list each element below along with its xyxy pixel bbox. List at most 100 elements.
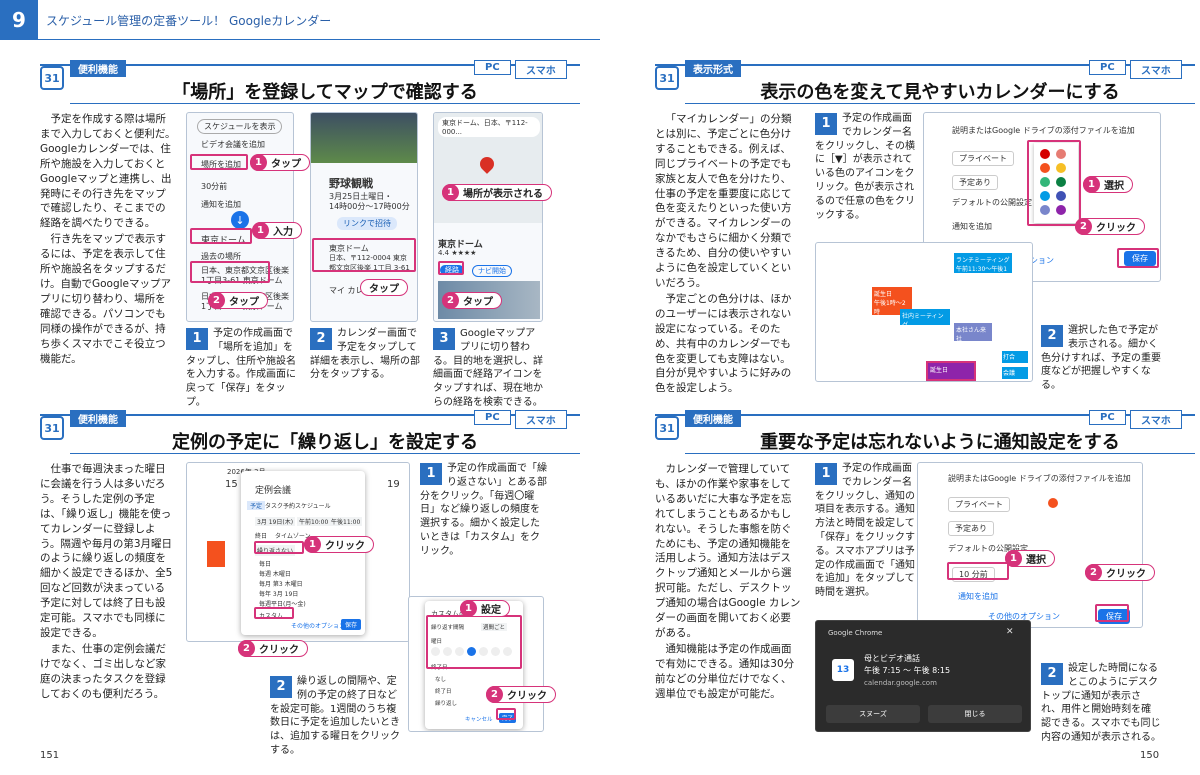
chapter-number: 9	[0, 0, 38, 40]
calendar-icon: 31	[655, 66, 679, 90]
screenshot-colored-calendar: 誕生日 午後1時～2時 ランチミーティング 午前11:30～午後1時 社内ミーティン…	[815, 242, 1033, 382]
event-title-input[interactable]: 定例会議	[255, 483, 291, 496]
tab-event[interactable]: 予定	[247, 501, 266, 510]
save-button[interactable]: 保存	[341, 619, 362, 630]
end-count-radio[interactable]: 繰り返し	[435, 699, 457, 707]
add-notification[interactable]: 通知を追加	[201, 199, 241, 210]
highlight-route-button	[438, 261, 464, 275]
section-category: 便利機能	[70, 60, 126, 77]
calendar-icon: 31	[40, 66, 64, 90]
all-day-checkbox[interactable]: 終日	[255, 531, 267, 540]
step-1: 1 予定の作成画面で「場所を追加」をタップし、住所や施設名を入力する。作成画面に戻…	[186, 328, 296, 408]
calendar-select[interactable]: プライベート	[952, 151, 1014, 166]
highlight-palette	[1027, 140, 1081, 226]
step-number: 2	[270, 676, 292, 698]
start-navigation-button[interactable]: ナビ開始	[472, 265, 512, 277]
notification-title: 母とビデオ通話	[864, 654, 920, 663]
tab-booking[interactable]: 予約スケジュール	[283, 501, 331, 510]
highlight-location-input	[190, 228, 252, 244]
callout-click: 2 クリック	[1085, 563, 1155, 581]
tag-smartphone: スマホ	[515, 60, 567, 79]
chrome-app-name: Google Chrome	[828, 629, 883, 637]
visibility-select[interactable]: デフォルトの公開設定	[952, 197, 1032, 208]
recurrence-option[interactable]: 毎月 第3 木曜日	[259, 579, 303, 588]
start-time-field[interactable]: 午前10:00	[297, 517, 331, 526]
event-block-selected[interactable]: 誕生日	[926, 361, 976, 381]
callout-select: 1 選択	[1005, 549, 1055, 567]
section-body: 仕事で毎週決まった曜日に会議を行う人は多いだろう。そうした定例の予定は、「繰り返…	[40, 462, 174, 703]
add-notification-link[interactable]: 通知を追加	[958, 591, 998, 602]
section-body: 「マイカレンダー」の分類とは別に、予定ごとに色分けすることもできる。例えば、同じ…	[655, 112, 801, 397]
chapter-title: スケジュール管理の定番ツール！ Googleカレンダー	[46, 14, 332, 28]
event-block[interactable]: 打合	[1002, 351, 1028, 363]
availability-select[interactable]: 予定あり	[952, 175, 998, 190]
availability-select[interactable]: 予定あり	[948, 521, 994, 536]
section-category: 表示形式	[685, 60, 741, 77]
event-block[interactable]: ランチミーティング 午前11:30～午後1時	[954, 253, 1012, 282]
callout-tap-3: タップ	[360, 279, 408, 296]
day-19: 19	[387, 479, 400, 490]
add-notification-link[interactable]: 通知を追加	[952, 221, 992, 232]
end-date-radio[interactable]: 終了日	[435, 687, 452, 695]
description-field[interactable]: 説明またはGoogle ドライブの添付ファイルを追加	[952, 125, 1135, 136]
show-schedule-chip[interactable]: スケジュールを表示	[197, 119, 283, 134]
highlight-save	[1117, 248, 1159, 268]
screenshot-desktop-notification: Google Chrome ✕ 13 母とビデオ通話 午後 7:15 ～ 午後 …	[815, 620, 1031, 732]
tab-task[interactable]: タスク	[265, 501, 283, 510]
recurrence-option[interactable]: 毎週 木曜日	[259, 569, 291, 578]
dismiss-button[interactable]: 閉じる	[928, 705, 1022, 723]
snooze-button[interactable]: スヌーズ	[826, 705, 920, 723]
recurrence-option[interactable]: 毎日	[259, 559, 271, 568]
day-15: 15	[225, 479, 238, 490]
section-title-rule	[685, 103, 1195, 104]
step-2: 2 繰り返しの間隔や、定例の予定の終了日などを設定可能。1週間のうち複数日に予定を…	[270, 676, 400, 756]
page-number-right: 150	[1140, 750, 1160, 761]
section-color: 31 表示形式 PC スマホ 表示の色を変えて見やすいカレンダーにする 「マイカ…	[655, 60, 1195, 400]
tag-pc: PC	[474, 60, 511, 75]
step-number: 3	[433, 328, 455, 350]
callout-input: 1 入力	[252, 221, 302, 239]
screenshot-google-maps: 東京ドーム、日本、〒112-000... 東京ドーム 4.4 ★★★★ 経路 ナ…	[433, 112, 543, 322]
step-number: 1	[420, 463, 442, 485]
callout-tap-2: 2 タップ	[208, 291, 268, 309]
section-body: 予定を作成する際は場所まで入力しておくと便利だ。Googleカレンダーでは、住所…	[40, 112, 176, 367]
calendar-icon: 31	[40, 416, 64, 440]
tag-pc: PC	[474, 410, 511, 425]
section-title-rule	[685, 453, 1195, 454]
notification-30min[interactable]: 30分前	[201, 181, 227, 192]
event-block[interactable]: 社内ミーティング 午後4時～	[900, 309, 950, 338]
section-notification: 31 便利機能 PC スマホ 重要な予定は忘れないように通知設定をする カレンダ…	[655, 410, 1195, 750]
maps-search-box[interactable]: 東京ドーム、日本、〒112-000...	[438, 117, 540, 137]
section-title: 定例の予定に「繰り返し」を設定する	[172, 432, 478, 453]
body-paragraph: 仕事で毎週決まった曜日に会議を行う人は多いだろう。そうした定例の予定は、「繰り返…	[40, 463, 173, 639]
step-2: 2 カレンダー画面で予定をタップして詳細を表示し、場所の部分をタップする。	[310, 328, 420, 381]
step-number: 1	[815, 113, 837, 135]
description-field[interactable]: 説明またはGoogle ドライブの添付ファイルを追加	[948, 473, 1131, 484]
cancel-button[interactable]: キャンセル	[465, 715, 493, 723]
highlight-add-location	[190, 154, 248, 170]
tag-smartphone: スマホ	[1130, 410, 1182, 429]
event-block[interactable]: 会議	[1002, 367, 1028, 379]
notification-source: calendar.google.com	[864, 679, 937, 687]
end-never-radio[interactable]: なし	[435, 675, 446, 683]
invite-link-button[interactable]: リンクで招待	[337, 217, 397, 230]
more-options-link[interactable]: その他のオプション	[291, 621, 345, 630]
place-rating: 4.4 ★★★★	[438, 249, 477, 257]
color-dot-icon[interactable]	[1048, 498, 1058, 508]
section-category: 便利機能	[70, 410, 126, 427]
add-video-meeting[interactable]: ビデオ会議を追加	[201, 139, 265, 150]
step-2: 2 選択した色で予定が表示される。細かく色分けすれば、予定の重要度などが把握しやす…	[1041, 325, 1161, 392]
event-block[interactable]	[207, 541, 225, 567]
callout-tap-4: 2 タップ	[442, 291, 502, 309]
event-block[interactable]: 本社さん来社	[954, 323, 992, 343]
recurrence-option[interactable]: 毎年 3月 19日	[259, 589, 298, 598]
tag-smartphone: スマホ	[1130, 60, 1182, 79]
date-field[interactable]: 3月 19日(木)	[255, 517, 296, 526]
calendar-app-icon: 13	[832, 659, 854, 681]
callout-location-shown: 1 場所が表示される	[442, 183, 552, 201]
calendar-select[interactable]: プライベート	[948, 497, 1010, 512]
section-title: 表示の色を変えて見やすいカレンダーにする	[760, 82, 1120, 103]
end-time-field[interactable]: 午後11:00	[329, 517, 363, 526]
close-icon[interactable]: ✕	[1006, 627, 1014, 637]
step-number: 2	[1041, 325, 1063, 347]
